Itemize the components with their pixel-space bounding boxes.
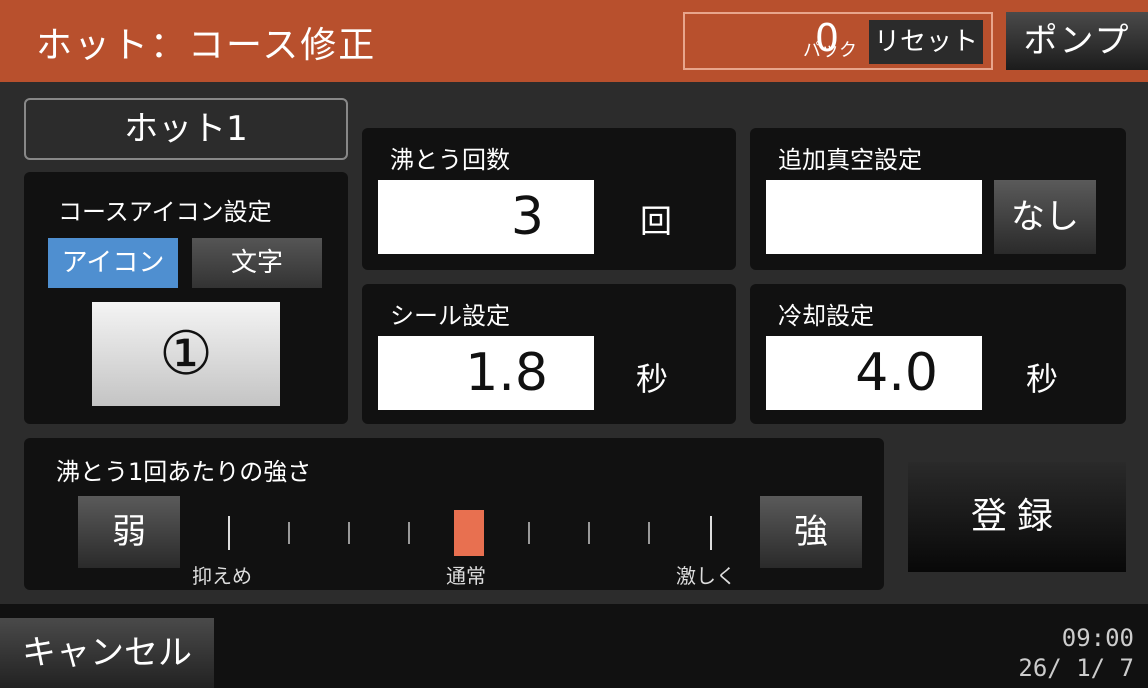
seal-field[interactable]: 1.8 — [378, 336, 594, 410]
strength-tick — [288, 522, 290, 544]
strength-mid-label: 通常 — [446, 564, 486, 588]
boil-count-field[interactable]: 3 — [378, 180, 594, 254]
strength-tick — [588, 522, 590, 544]
strength-tick — [348, 522, 350, 544]
course-name: ホット1 — [24, 98, 348, 160]
strength-high-label: 激しく — [676, 564, 736, 588]
clock-date: 26/ 1/ 7 — [1018, 654, 1134, 682]
reset-button[interactable]: リセット — [869, 20, 983, 64]
strength-low-label: 抑えめ — [192, 564, 252, 588]
pack-counter: 0 パック リセット — [683, 12, 993, 70]
tab-text[interactable]: 文字 — [192, 238, 322, 288]
cooling-field[interactable]: 4.0 — [766, 336, 982, 410]
strength-tick — [710, 516, 712, 550]
register-button[interactable]: 登録 — [908, 462, 1126, 572]
strength-slider[interactable] — [200, 500, 740, 560]
strength-tick — [408, 522, 410, 544]
strength-label: 沸とう1回あたりの強さ — [56, 458, 312, 486]
extra-vacuum-field[interactable] — [766, 180, 982, 254]
strength-marker[interactable] — [454, 510, 484, 556]
cooling-unit: 秒 — [1026, 360, 1059, 398]
pack-count-unit: パック — [803, 40, 857, 61]
strength-weak-button[interactable]: 弱 — [78, 496, 180, 568]
clock-time: 09:00 — [1061, 624, 1134, 652]
cooling-label: 冷却設定 — [778, 302, 874, 330]
boil-count-label: 沸とう回数 — [390, 146, 510, 174]
seal-unit: 秒 — [636, 360, 669, 398]
course-icon-button[interactable]: ① — [92, 302, 280, 406]
icon-settings-label: コースアイコン設定 — [58, 198, 272, 226]
pump-button[interactable]: ポンプ — [1006, 12, 1148, 70]
seal-label: シール設定 — [390, 302, 510, 330]
strength-tick — [528, 522, 530, 544]
extra-vacuum-label: 追加真空設定 — [778, 146, 922, 174]
cancel-button[interactable]: キャンセル — [0, 618, 214, 688]
boil-count-unit: 回 — [640, 202, 673, 240]
strength-tick — [228, 516, 230, 550]
strength-tick — [648, 522, 650, 544]
strength-strong-button[interactable]: 強 — [760, 496, 862, 568]
screen-title: ホット：コース修正 — [36, 25, 377, 66]
tab-icon[interactable]: アイコン — [48, 238, 178, 288]
extra-vacuum-none-button[interactable]: なし — [994, 180, 1096, 254]
